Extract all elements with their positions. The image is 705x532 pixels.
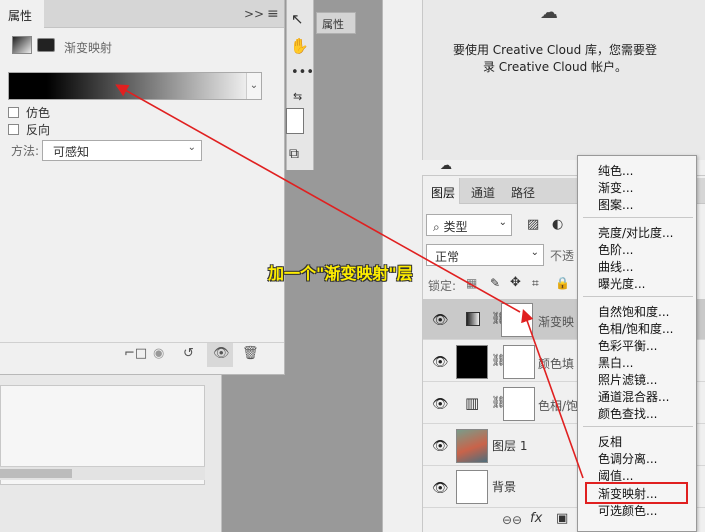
arrow-to-layer	[521, 308, 584, 479]
annotation-callout: 加一个"渐变映射"层	[268, 264, 413, 283]
